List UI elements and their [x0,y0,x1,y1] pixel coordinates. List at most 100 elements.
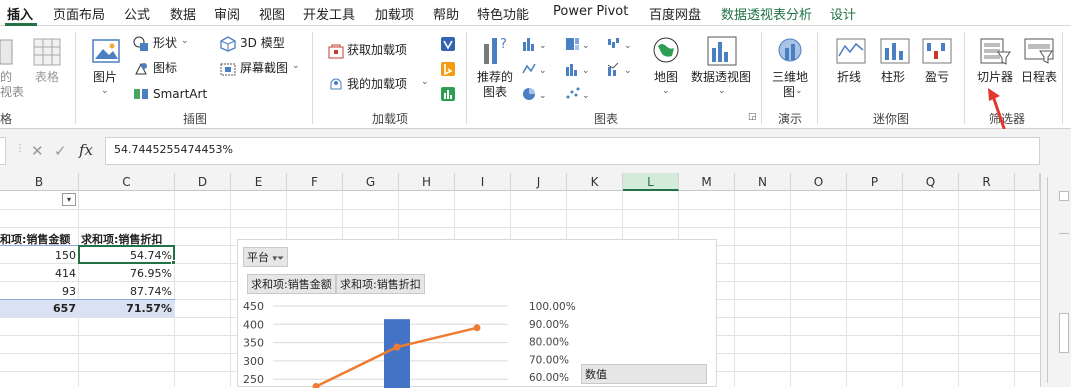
chevron-down-icon[interactable]: ⌄ [181,36,189,46]
hierarchy-chart-icon[interactable]: ⌄ [565,36,595,52]
tab-power-pivot[interactable]: Power Pivot [553,4,628,19]
pane-box[interactable] [1059,313,1069,353]
timeline-icon[interactable] [1024,38,1056,66]
chevron-down-icon[interactable]: ⌄ [718,86,726,96]
tab-view[interactable]: 视图 [259,4,285,23]
sparkline-column-icon[interactable] [880,38,910,64]
column-header-c[interactable]: C [79,173,175,191]
slicer-icon[interactable] [980,38,1012,66]
cancel-icon[interactable]: ✕ [31,142,44,160]
column-header-d[interactable]: D [175,173,231,191]
column-header-b[interactable]: B [0,173,79,191]
pivot-cell[interactable]: 150 [0,249,76,262]
tab-review[interactable]: 审阅 [214,4,240,23]
tab-formulas[interactable]: 公式 [124,4,150,23]
model-3d-label[interactable]: 3D 模型 [240,36,285,51]
screenshot-label[interactable]: 屏幕截图 [240,61,288,76]
shapes-icon[interactable] [133,36,149,52]
get-addins-label[interactable]: 获取加载项 [347,43,407,58]
chart-line-point[interactable] [393,343,401,351]
column-header-l[interactable]: L [623,173,679,191]
sparkline-winloss-icon[interactable] [922,38,952,64]
column-header-h[interactable]: H [399,173,455,191]
scrollbar[interactable] [1047,177,1048,383]
column-header-k[interactable]: K [567,173,623,191]
waterfall-chart-icon[interactable]: ⌄ [607,36,637,52]
column-header-p[interactable]: P [847,173,903,191]
combo-chart-icon[interactable]: ⌄ [607,61,637,77]
line-chart-icon[interactable]: ⌄ [522,61,552,77]
chart-bar[interactable] [384,319,410,388]
confirm-icon[interactable]: ✓ [54,142,67,160]
cube-3d-icon[interactable] [220,36,236,52]
tab-help[interactable]: 帮助 [433,4,459,23]
chevron-down-icon[interactable]: ⌄ [101,86,109,96]
pivot-total-cell[interactable]: 657 [0,302,76,315]
chevron-down-icon[interactable]: ⌄ [795,86,803,96]
sparkline-line-icon[interactable] [836,38,866,64]
bing-icon[interactable] [440,61,456,77]
filter-dropdown-icon[interactable]: ▾ [62,193,76,206]
pane-control-icon[interactable] [1059,191,1069,201]
column-header-e[interactable]: E [231,173,287,191]
pivot-chart-icon[interactable] [707,36,737,66]
table-icon[interactable] [33,38,61,66]
my-addins-label[interactable]: 我的加载项 [347,77,407,92]
tab-features[interactable]: 特色功能 [477,4,529,23]
smartart-icon[interactable] [133,86,149,102]
column-header-q[interactable]: Q [903,173,959,191]
3d-map-icon[interactable] [776,36,804,66]
tab-addins[interactable]: 加载项 [375,4,414,23]
visio-icon[interactable] [440,36,456,52]
pivot-total-cell[interactable]: 71.57% [79,302,172,315]
column-header-o[interactable]: O [791,173,847,191]
column-header-n[interactable]: N [735,173,791,191]
column-header-s[interactable] [1015,173,1040,191]
column-header-f[interactable]: F [287,173,343,191]
pivot-cell[interactable]: 76.95% [79,267,172,280]
formula-input[interactable]: 54.7445255474453% [105,137,1040,165]
pivot-chart[interactable]: 平台 ▾⏷ 求和项:销售金额 求和项:销售折扣 数值 450 400 350 300 2… [237,239,717,388]
my-addins-icon[interactable] [328,76,344,92]
shapes-label[interactable]: 形状 [153,36,177,51]
column-header-i[interactable]: I [455,173,511,191]
name-box[interactable] [0,137,6,165]
tab-baidu-netdisk[interactable]: 百度网盘 [649,4,701,23]
pivot-table-icon[interactable] [0,38,14,66]
dialog-launcher-icon[interactable]: ◲ [748,112,757,122]
scatter-chart-icon[interactable]: ⌄ [565,86,595,102]
column-chart-icon[interactable]: ⌄ [522,36,552,52]
screenshot-icon[interactable] [220,61,236,77]
chart-line-point[interactable] [473,324,481,332]
tab-insert[interactable]: 插入 [7,4,33,23]
pivot-cell[interactable]: 414 [0,267,76,280]
pivot-cell[interactable]: 54.74% [79,249,172,262]
chevron-down-icon[interactable]: ⌄ [662,86,670,96]
smartart-label[interactable]: SmartArt [153,87,207,102]
picture-icon[interactable] [92,39,120,65]
tab-data[interactable]: 数据 [170,4,196,23]
pie-chart-icon[interactable]: ⌄ [522,86,552,102]
tab-developer[interactable]: 开发工具 [303,4,355,23]
chevron-down-icon[interactable]: ⌄ [292,61,300,71]
column-header-r[interactable]: R [959,173,1015,191]
kebab-icon[interactable]: ⋮ [15,143,25,154]
chart-line-point[interactable] [312,383,320,388]
icons-label[interactable]: 图标 [153,61,177,76]
tab-page-layout[interactable]: 页面布局 [53,4,105,23]
tab-design[interactable]: 设计 [830,4,856,23]
people-graph-icon[interactable] [440,86,456,102]
pivot-cell[interactable]: 87.74% [79,285,172,298]
insert-function-icon[interactable]: fx [79,141,93,159]
map-chart-icon[interactable] [652,36,680,66]
pivot-cell[interactable]: 93 [0,285,76,298]
statistic-chart-icon[interactable]: ⌄ [565,61,595,77]
store-icon[interactable] [328,43,344,59]
tab-pivot-analyze[interactable]: 数据透视表分析 [721,4,812,23]
column-header-g[interactable]: G [343,173,399,191]
recommended-charts-icon[interactable]: ? [481,34,511,66]
column-header-j[interactable]: J [511,173,567,191]
chevron-down-icon[interactable]: ⌄ [421,77,429,87]
column-header-m[interactable]: M [679,173,735,191]
icons-icon[interactable] [133,61,149,77]
